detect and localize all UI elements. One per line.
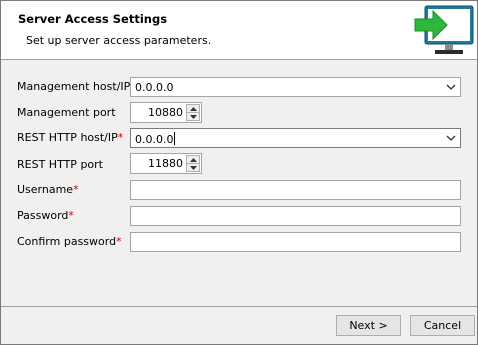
management-port-label: Management port: [17, 106, 116, 119]
chevron-up-icon: [190, 158, 197, 162]
footer-divider: [1, 306, 477, 307]
chevron-down-icon: [190, 166, 197, 170]
decrement-button[interactable]: [186, 163, 200, 172]
management-port-spinner[interactable]: 10880: [130, 102, 202, 123]
chevron-down-icon[interactable]: [446, 134, 456, 142]
cancel-button[interactable]: Cancel: [410, 315, 475, 336]
management-port-value: 10880: [148, 106, 183, 119]
rest-host-label: REST HTTP host/IP*: [17, 131, 124, 144]
confirm-password-field[interactable]: [130, 232, 461, 252]
username-field[interactable]: [130, 180, 461, 200]
management-host-combo[interactable]: 0.0.0.0: [130, 77, 461, 97]
password-field[interactable]: [130, 206, 461, 226]
page-title: Server Access Settings: [18, 12, 168, 26]
chevron-down-icon[interactable]: [446, 83, 456, 91]
rest-host-combo[interactable]: 0.0.0.0: [130, 128, 461, 148]
monitor-arrow-icon: [414, 5, 474, 54]
chevron-down-icon: [190, 115, 197, 119]
next-button[interactable]: Next >: [336, 315, 401, 336]
page-subtitle: Set up server access parameters.: [26, 34, 212, 47]
management-host-value: 0.0.0.0: [135, 81, 174, 94]
rest-port-spinner[interactable]: 11880: [130, 153, 202, 174]
rest-port-value: 11880: [148, 157, 183, 170]
text-caret: [174, 132, 176, 145]
username-label: Username*: [17, 183, 79, 196]
management-host-label: Management host/IP*: [17, 80, 136, 93]
wizard-header: Server Access Settings Set up server acc…: [1, 1, 477, 60]
decrement-button[interactable]: [186, 112, 200, 121]
confirm-password-label: Confirm password*: [17, 235, 122, 248]
rest-host-value: 0.0.0.0: [135, 132, 176, 146]
chevron-up-icon: [190, 107, 197, 111]
password-label: Password*: [17, 209, 74, 222]
rest-port-label: REST HTTP port: [17, 158, 103, 171]
